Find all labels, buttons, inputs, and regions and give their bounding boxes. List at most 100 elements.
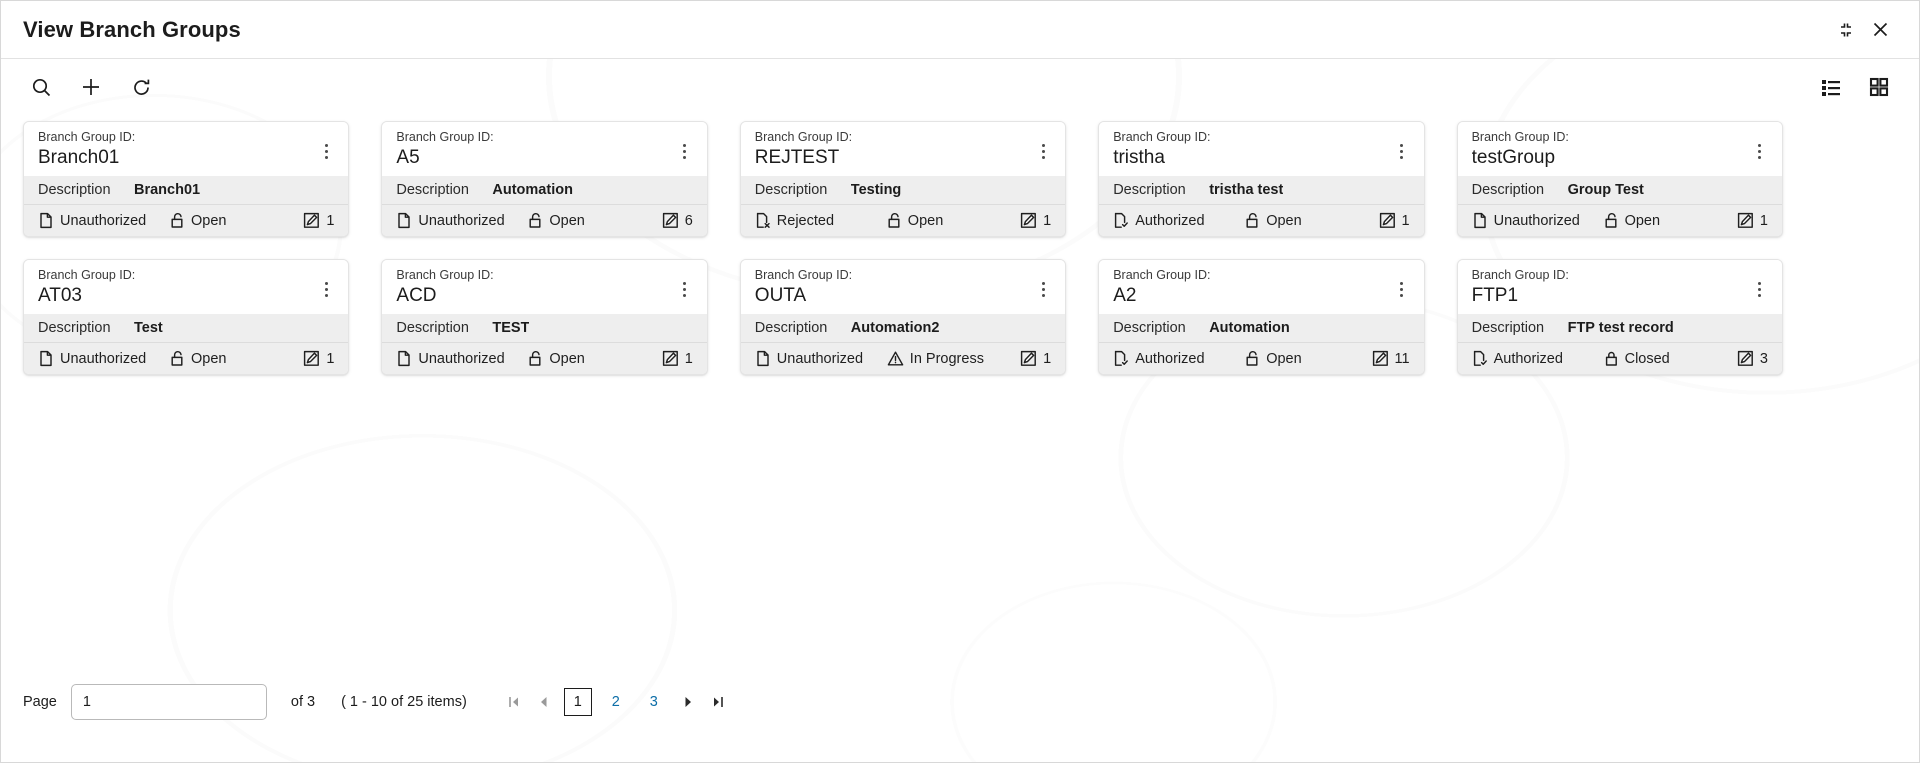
grid-view-icon[interactable] [1861,69,1897,105]
branch-group-card[interactable]: Branch Group ID: Branch01 Description Branc… [23,121,350,237]
kebab-menu-icon[interactable] [677,282,693,297]
lock-status-label: Open [549,350,585,367]
window-frame: View Branch Groups Branch Group ID: Bran… [0,0,1920,763]
card-description-row: Description Test [24,314,349,343]
lock-icon [1604,350,1619,367]
description-value: Testing [850,182,902,199]
list-view-icon[interactable] [1813,69,1849,105]
card-header: Branch Group ID: OUTA [740,260,1066,314]
branch-group-card[interactable]: Branch Group ID: testGroup Description Grou… [1456,121,1783,237]
kebab-menu-icon[interactable] [677,144,693,159]
modification-count: 1 [1379,212,1410,229]
lock-status-label: Open [907,212,944,229]
restore-down-icon[interactable] [1829,13,1863,47]
card-status-row: Unauthorized Open 1 [382,342,707,374]
auth-status: Unauthorized [755,350,887,367]
unlock-icon [1245,212,1260,229]
document-check-icon [1113,350,1129,367]
card-header: Branch Group ID: FTP1 [1457,260,1782,314]
branch-group-card[interactable]: Branch Group ID: AT03 Description Test Unaut… [23,259,350,375]
kebab-menu-icon[interactable] [318,144,334,159]
card-header-texts: Branch Group ID: ACD [396,268,676,308]
title-bar: View Branch Groups [1,1,1919,59]
refresh-icon[interactable] [123,69,159,105]
kebab-menu-icon[interactable] [318,282,334,297]
branch-group-id-value: FTP1 [1471,285,1519,306]
lock-status-label: In Progress [909,350,984,367]
prev-page-icon[interactable] [529,687,559,717]
plus-icon[interactable] [73,69,109,105]
lock-status: In Progress [887,350,1020,367]
card-header: Branch Group ID: tristha [1099,122,1424,176]
page-number-1[interactable]: 1 [563,688,592,716]
card-description-row: Description TEST [382,314,707,343]
card-header: Branch Group ID: A2 [1099,260,1424,314]
kebab-menu-icon[interactable] [1752,282,1768,297]
lock-status: Open [1245,212,1378,229]
card-header-texts: Branch Group ID: Branch01 [38,130,318,170]
page-input[interactable] [70,684,267,720]
branch-group-card[interactable]: Branch Group ID: A2 Description Automation A… [1098,259,1425,375]
unlock-icon [528,350,543,367]
auth-status-label: Unauthorized [60,212,147,229]
branch-group-id-value: A2 [1113,285,1137,306]
auth-status-label: Unauthorized [60,350,147,367]
description-value: Automation [492,182,573,199]
page-title: View Branch Groups [23,16,241,42]
branch-group-card[interactable]: Branch Group ID: tristha Description tristh… [1098,121,1425,237]
card-description-row: Description Automation2 [740,314,1066,343]
branch-group-id-label: Branch Group ID: [38,268,136,282]
kebab-menu-icon[interactable] [1394,144,1410,159]
auth-status-label: Authorized [1493,350,1563,367]
description-label: Description [1113,320,1186,337]
search-icon[interactable] [23,69,59,105]
document-icon [38,350,54,367]
branch-group-card[interactable]: Branch Group ID: REJTEST Description Testin… [739,121,1067,237]
unlock-icon [170,212,185,229]
description-value: tristha test [1209,182,1284,199]
card-header-texts: Branch Group ID: testGroup [1472,130,1752,170]
modification-count-value: 1 [1759,212,1768,229]
kebab-menu-icon[interactable] [1035,282,1051,297]
kebab-menu-icon[interactable] [1394,282,1410,297]
page-number-2[interactable]: 2 [602,688,630,716]
lock-status: Open [1245,350,1371,367]
card-header: Branch Group ID: ACD [382,260,707,314]
page-label: Page [23,694,57,710]
lock-status-label: Open [191,212,227,229]
branch-group-id-label: Branch Group ID: [38,130,136,144]
edit-icon [1020,212,1037,229]
page-number-3[interactable]: 3 [640,688,668,716]
branch-group-card[interactable]: Branch Group ID: FTP1 Description FTP test … [1456,259,1783,375]
branch-group-card[interactable]: Branch Group ID: A5 Description Automation U… [381,121,708,237]
document-check-icon [1472,350,1488,367]
branch-group-id-label: Branch Group ID: [1113,130,1211,144]
auth-status: Unauthorized [396,350,528,367]
document-icon [38,212,54,229]
lock-status-label: Closed [1624,350,1670,367]
description-label: Description [396,320,469,337]
card-description-row: Description Group Test [1457,176,1782,205]
first-page-icon[interactable] [499,687,529,717]
next-page-icon[interactable] [673,687,703,717]
document-reject-icon [755,212,771,229]
close-icon[interactable] [1863,13,1897,47]
card-description-row: Description Branch01 [24,176,349,205]
branch-group-card[interactable]: Branch Group ID: ACD Description TEST Unauth… [381,259,708,375]
card-header-texts: Branch Group ID: REJTEST [755,130,1035,170]
branch-group-id-value: testGroup [1471,147,1556,168]
kebab-menu-icon[interactable] [1035,144,1051,159]
card-description-row: Description Automation [382,176,707,205]
edit-icon [1020,350,1037,367]
modification-count: 1 [303,350,334,367]
description-value: FTP test record [1567,320,1674,337]
last-page-icon[interactable] [703,687,733,717]
edit-icon [303,350,320,367]
content-area: Branch Group ID: Branch01 Description Branc… [1,115,1919,762]
auth-status-label: Rejected [776,212,835,229]
kebab-menu-icon[interactable] [1752,144,1768,159]
lock-status: Open [170,350,303,367]
branch-group-id-label: Branch Group ID: [1113,268,1211,282]
description-label: Description [1471,182,1545,199]
branch-group-card[interactable]: Branch Group ID: OUTA Description Automatio… [739,259,1067,375]
